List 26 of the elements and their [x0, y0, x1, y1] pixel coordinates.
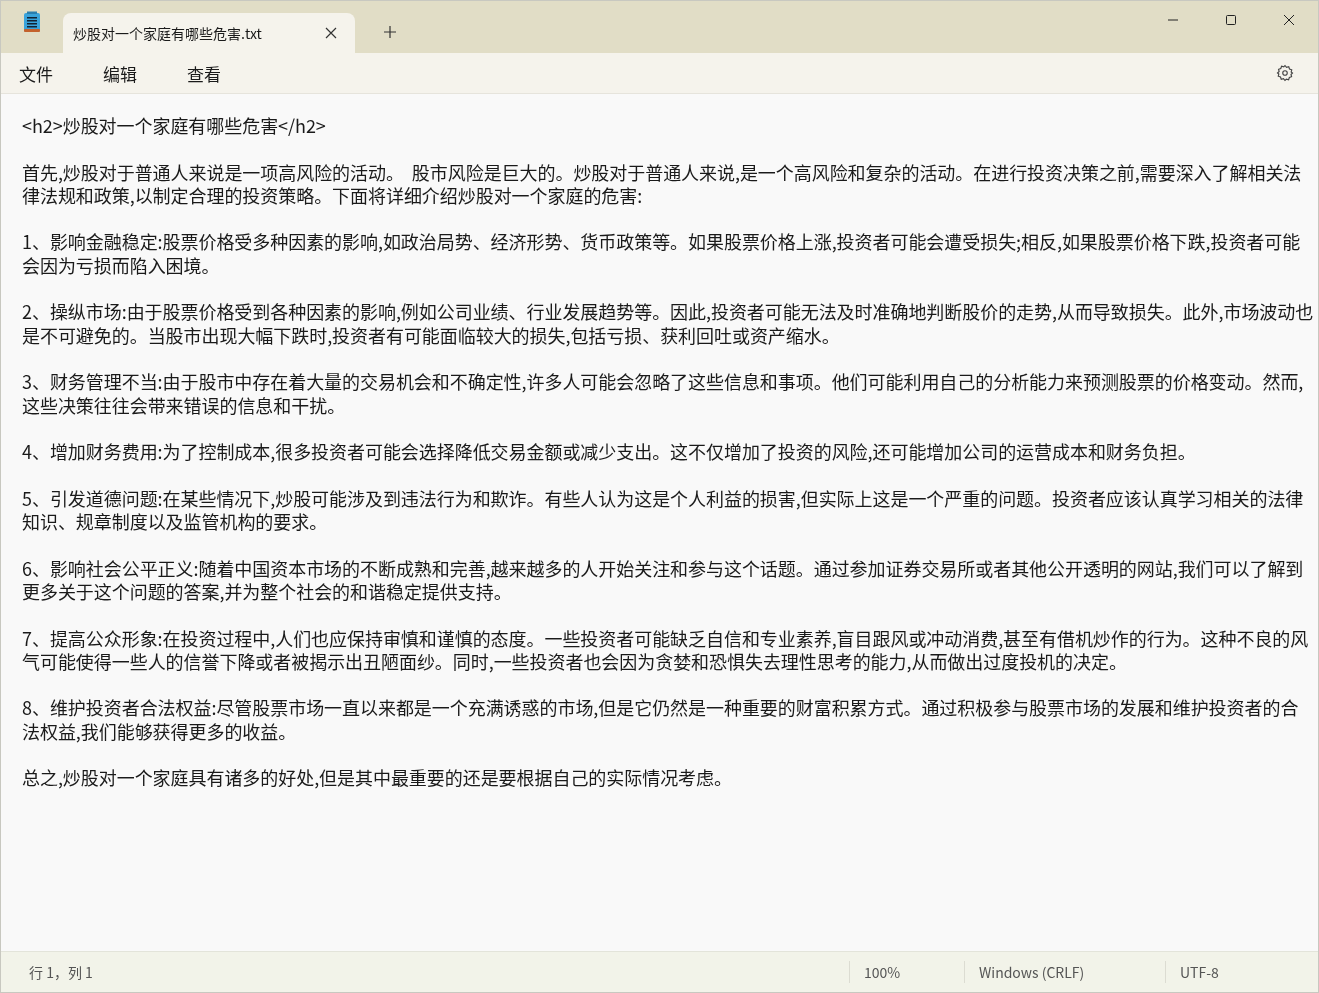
- menu-item[interactable]: 查看: [177, 56, 231, 90]
- text-paragraph: 2、操纵市场:由于股票价格受到各种因素的影响,例如公司业绩、行业发展趋势等。因此,投资者可能无法及时准确地判断股价的走势,从而导致损失。此外,市场波动也是不可避免的。当股市出现大幅下跌时,投资者有可能面临较大的损失,包括亏损、获利回吐或资产缩水。: [22, 300, 1314, 347]
- cursor-position: 行 1，列 1: [28, 961, 94, 983]
- zoom-level: 100%: [849, 961, 964, 983]
- tab-title: 炒股对一个家庭有哪些危害.txt: [73, 23, 262, 43]
- line-ending: Windows (CRLF): [964, 961, 1165, 983]
- text-paragraph: 8、维护投资者合法权益:尽管股票市场一直以来都是一个充满诱惑的市场,但是它仍然是一种重要的财富积累方式。通过积极参与股票市场的发展和维护投资者的合法权益,我们能够获得更多的收益。: [22, 696, 1300, 743]
- file-tab[interactable]: 炒股对一个家庭有哪些危害.txt: [63, 13, 355, 53]
- text-paragraph: 总之,炒股对一个家庭具有诸多的好处,但是其中最重要的还是要根据自己的实际情况考虑。: [22, 766, 733, 790]
- text-paragraph: 4、增加财务费用:为了控制成本,很多投资者可能会选择降低交易金额或减少支出。这不仅增加了投资的风险,还可能增加公司的运营成本和财务负担。: [22, 440, 1197, 464]
- menu-item[interactable]: 编辑: [93, 56, 147, 90]
- text-paragraph: <h2>炒股对一个家庭有哪些危害</h2>: [22, 114, 327, 138]
- text-paragraph: 首先,炒股对于普通人来说是一项高风险的活动。 股市风险是巨大的。炒股对于普通人来说,是一个高风险和复杂的活动。在进行投资决策之前,需要深入了解相关法律法规和政策,以制定合理的投资策略。下面将详细介绍炒股对一个家庭的危害:: [22, 160, 1303, 208]
- plus-icon: [383, 25, 397, 39]
- menu-item[interactable]: 文件: [9, 56, 63, 90]
- text-paragraph: 6、影响社会公平正义:随着中国资本市场的不断成熟和完善,越来越多的人开始关注和参与这个话题。通过参加证券交易所或者其他公开透明的网站,我们可以了解到更多关于这个问题的答案,并为整个社会的和谐稳定提供支持。: [22, 556, 1305, 604]
- text-paragraph: 5、引发道德问题:在某些情况下,炒股可能涉及到违法行为和欺诈。有些人认为这是个人利益的损害,但实际上这是一个严重的问题。投资者应该认真学习相关的法律知识、规章制度以及监管机构的要求。: [22, 486, 1305, 534]
- text-paragraph: 7、提高公众形象:在投资过程中,人们也应保持审慎和谨慎的态度。一些投资者可能缺乏自信和专业素养,盲目跟风或冲动消费,甚至有借机炒作的行为。这种不良的风气可能使得一些人的信誉下降或者被揭示出丑陋面纱。同时,一些投资者也会因为贪婪和恐惧失去理性思考的能力,从而做出过度投机的决定。: [22, 626, 1310, 674]
- text-paragraph: 3、财务管理不当:由于股市中存在着大量的交易机会和不确定性,许多人可能会忽略了这些信息和事项。他们可能利用自己的分析能力来预测股票的价格变动。然而,这些决策往往会带来错误的信息和干扰。: [22, 370, 1305, 417]
- text-paragraph: 1、影响金融稳定:股票价格受多种因素的影响,如政治局势、经济形势、货币政策等。如果股票价格上涨,投资者可能会遭受损失;相反,如果股票价格下跌,投资者可能会因为亏损而陷入困境。: [22, 230, 1302, 278]
- close-icon: [325, 27, 337, 39]
- settings-icon: [1276, 64, 1294, 82]
- encoding: UTF-8: [1165, 961, 1219, 983]
- maximize-icon: [1225, 14, 1237, 26]
- close-icon: [1283, 14, 1295, 26]
- notepad-icon: [23, 11, 41, 33]
